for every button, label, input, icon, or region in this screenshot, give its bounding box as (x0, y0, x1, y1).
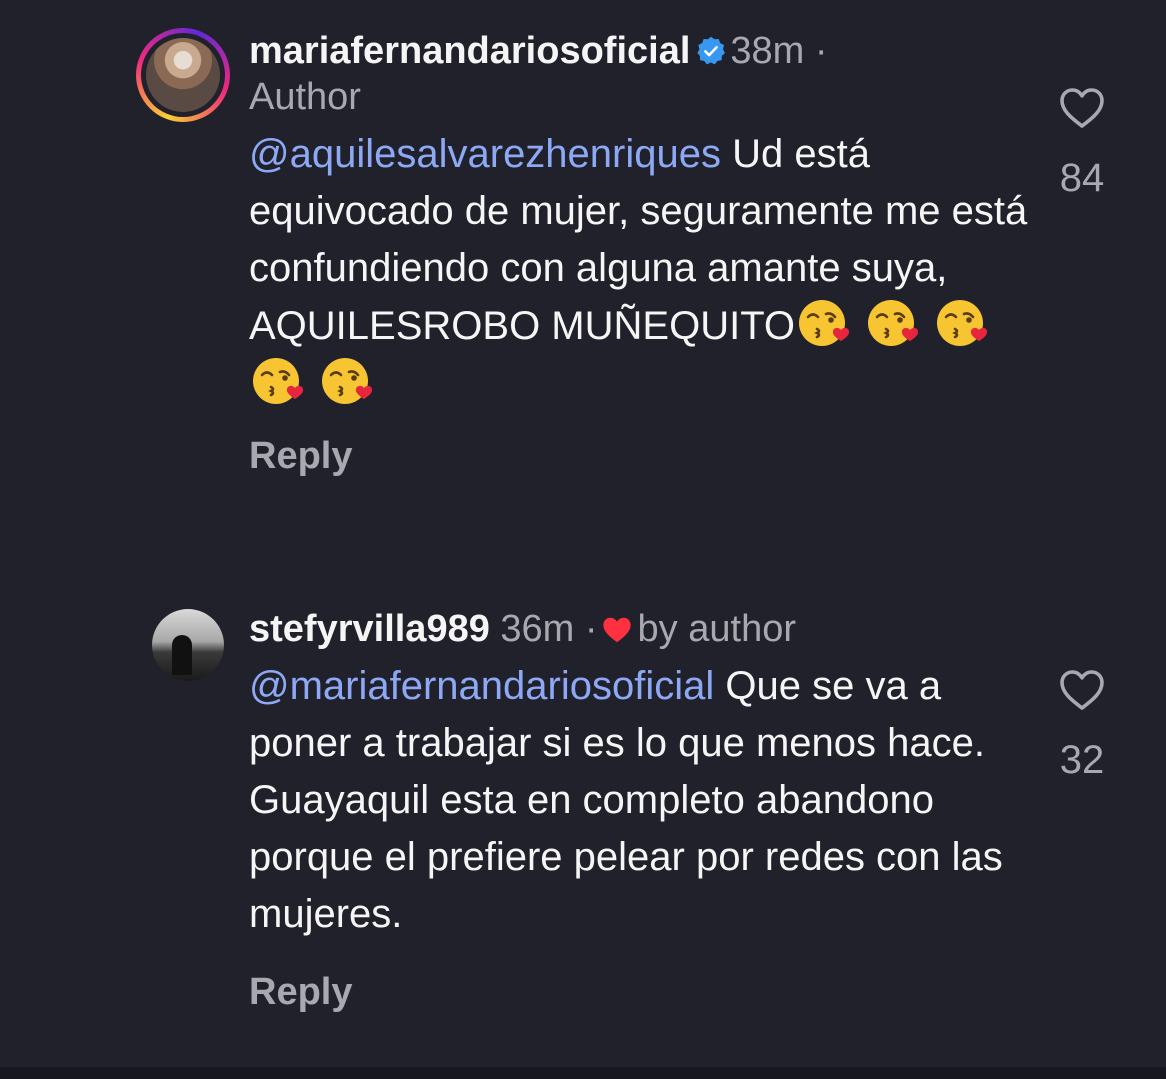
like-group: 32 (1040, 668, 1124, 784)
comment-header: mariafernandariosoficial 38m · (249, 28, 1029, 74)
heart-outline-icon[interactable] (1058, 86, 1106, 130)
separator-dot: · (814, 30, 828, 72)
like-count: 32 (1059, 738, 1105, 782)
comment-text: @aquilesalvarezhenriques Ud está equivoc… (249, 126, 1029, 413)
comment-header: stefyrvilla989 36m · by author (249, 606, 1029, 652)
comment-body: stefyrvilla989 36m · by author @mariafer… (249, 606, 1029, 1015)
mention-link[interactable]: @aquilesalvarezhenriques (249, 132, 721, 176)
face-blowing-kiss-emoji (253, 358, 304, 404)
username[interactable]: mariafernandariosoficial (249, 30, 690, 72)
comment-body: mariafernandariosoficial 38m · Author @a… (249, 28, 1029, 479)
comment-text: @mariafernandariosoficial Que se va a po… (249, 658, 1029, 943)
reply-button[interactable]: Reply (249, 969, 1029, 1015)
face-blowing-kiss-emoji (799, 300, 850, 346)
face-blowing-kiss-emoji (322, 358, 373, 404)
separator-dot: · (584, 608, 598, 650)
face-blowing-kiss-emoji (868, 300, 919, 346)
liked-by-author-label: by author (637, 608, 796, 650)
like-group: 84 (1040, 86, 1124, 202)
heart-outline-icon[interactable] (1058, 668, 1106, 712)
bottom-divider (0, 1067, 1166, 1079)
username[interactable]: stefyrvilla989 (249, 608, 490, 650)
verified-badge-icon (697, 36, 726, 65)
face-blowing-kiss-emoji (937, 300, 988, 346)
avatar[interactable] (152, 609, 224, 681)
comments-page: mariafernandariosoficial 38m · Author @a… (0, 0, 1166, 1079)
avatar-image (172, 635, 192, 675)
like-count: 84 (1059, 156, 1105, 200)
avatar[interactable] (136, 28, 230, 122)
reply-button[interactable]: Reply (249, 433, 1029, 479)
heart-filled-icon (602, 617, 631, 643)
avatar-image (146, 38, 220, 112)
timestamp: 36m (500, 608, 575, 650)
mention-link[interactable]: @mariafernandariosoficial (249, 664, 714, 708)
author-label: Author (249, 76, 361, 118)
timestamp: 38m (730, 30, 805, 72)
